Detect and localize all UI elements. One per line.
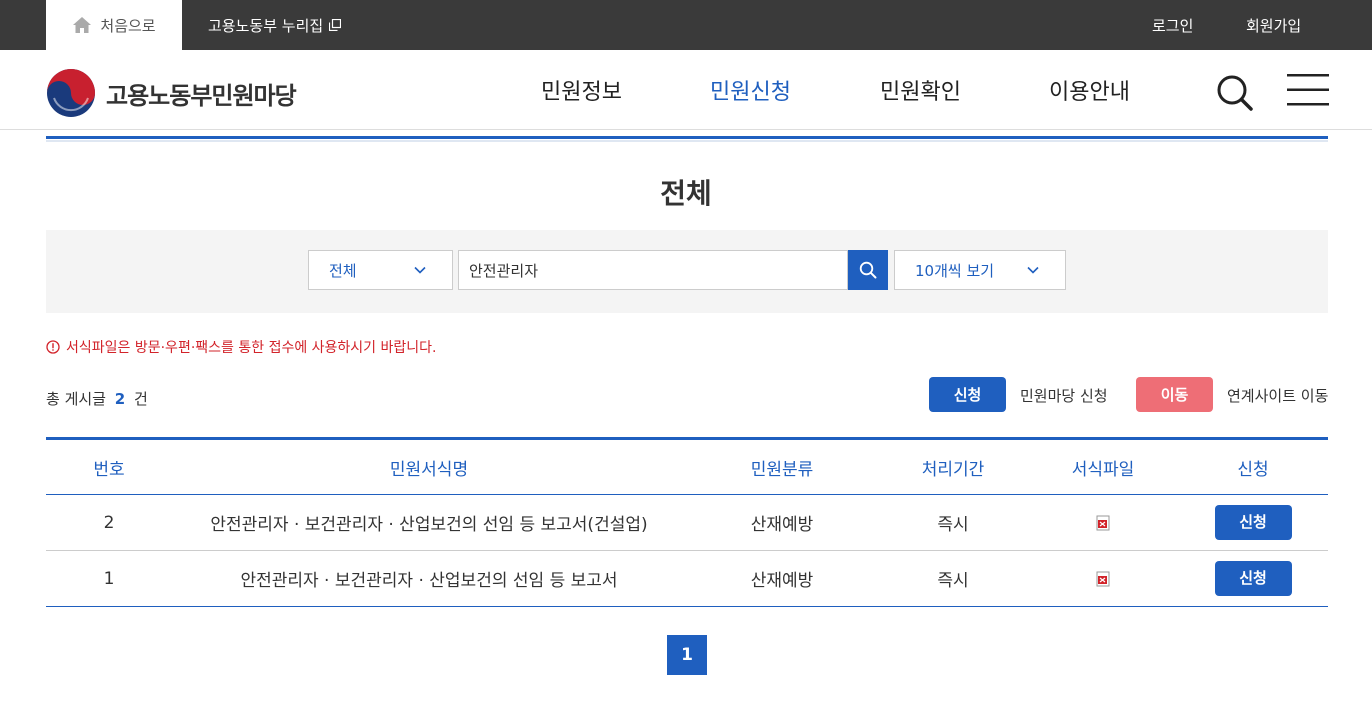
notice-text: 서식파일은 방문·우편·팩스를 통한 접수에 사용하시기 바랍니다. [66,340,437,356]
col-header-form-name: 민원서식명 [389,459,469,480]
site-logo[interactable]: 고용노동부민원마당 [46,68,297,118]
taegeuk-logo-icon [47,69,95,117]
nav-item-check[interactable]: 민원확인 [880,50,961,130]
row-number: 1 [103,568,115,589]
logo-text: 고용노동부민원마당 [106,81,297,110]
row-period: 즉시 [937,515,969,535]
col-header-category: 민원분류 [750,459,814,480]
row-form-name: 안전관리자 · 보건관리자 · 산업보건의 선임 등 보고서(건설업) [210,515,648,535]
col-header-apply: 신청 [1237,459,1269,480]
row-number: 2 [103,512,115,533]
row-category: 산재예방 [750,571,814,591]
col-header-number: 번호 [93,459,125,480]
total-count-suffix: 건 [133,390,148,408]
ministry-site-label: 고용노동부 누리집 [208,16,324,35]
ministry-site-link[interactable]: 고용노동부 누리집 [208,0,342,50]
home-icon [73,17,92,33]
apply-button[interactable]: 신청 [1214,505,1292,540]
category-select[interactable]: 전체 [308,250,453,290]
page-size-select-value: 10개씩 보기 [915,261,995,280]
hwp-file-download-icon[interactable] [1095,515,1111,531]
table-row: 1 안전관리자 · 보건관리자 · 산업보건의 선임 등 보고서 산재예방 즉시… [46,551,1328,607]
apply-button[interactable]: 신청 [1214,561,1292,596]
row-apply: 신청 [1178,551,1328,607]
login-link[interactable]: 로그인 [1152,0,1193,50]
section-divider [46,136,1328,139]
search-icon[interactable] [1214,72,1254,112]
hamburger-menu-icon[interactable] [1287,74,1329,106]
row-period: 즉시 [937,571,969,591]
section-divider-shadow [46,140,1328,142]
pagination-current-page[interactable]: 1 [667,635,707,675]
legend-apply-badge: 신청 [929,377,1006,412]
info-icon [46,340,60,354]
total-count-value: 2 [114,390,126,408]
nav-item-apply[interactable]: 민원신청 [710,50,791,130]
nav-item-guide[interactable]: 이용안내 [1049,50,1130,130]
nav-item-info[interactable]: 민원정보 [541,50,622,130]
search-icon [859,261,877,279]
table-header-row: 번호 민원서식명 민원분류 처리기간 서식파일 신청 [46,438,1328,495]
legend-move-desc: 연계사이트 이동 [1227,387,1329,405]
form-file-notice: 서식파일은 방문·우편·팩스를 통한 접수에 사용하시기 바랍니다. [46,337,436,357]
legend-apply-desc: 민원마당 신청 [1020,387,1108,405]
total-count-prefix: 총 게시글 [46,390,106,408]
form-list-table: 번호 민원서식명 민원분류 처리기간 서식파일 신청 2 안전관리자 · 보건관… [46,437,1328,607]
page-size-select[interactable]: 10개씩 보기 [894,250,1066,290]
table-row: 2 안전관리자 · 보건관리자 · 산업보건의 선임 등 보고서(건설업) 산재… [46,495,1328,551]
home-label: 처음으로 [100,16,156,35]
signup-link[interactable]: 회원가입 [1246,0,1301,50]
col-header-period: 처리기간 [921,459,985,480]
main-header: 고용노동부민원마당 민원정보 민원신청 민원확인 이용안내 [0,50,1372,130]
hwp-file-download-icon[interactable] [1095,571,1111,587]
home-link[interactable]: 처음으로 [46,0,182,50]
col-header-form-file: 서식파일 [1071,459,1135,480]
row-form-file [1028,551,1178,607]
legend-move-badge: 이동 [1136,377,1213,412]
search-panel: 전체 10개씩 보기 [46,230,1328,313]
external-link-icon [329,19,342,31]
search-submit-button[interactable] [848,250,888,290]
page-title: 전체 [660,177,712,210]
row-form-name: 안전관리자 · 보건관리자 · 산업보건의 선임 등 보고서 [240,571,618,591]
row-category: 산재예방 [750,515,814,535]
chevron-down-icon [414,266,426,274]
category-select-value: 전체 [329,261,357,280]
row-form-file [1028,495,1178,551]
keyword-input[interactable] [458,250,848,290]
chevron-down-icon [1027,266,1039,274]
total-count: 총 게시글 2 건 [46,388,148,409]
row-apply: 신청 [1178,495,1328,551]
top-utility-bar: 처음으로 고용노동부 누리집 로그인 회원가입 [0,0,1372,50]
